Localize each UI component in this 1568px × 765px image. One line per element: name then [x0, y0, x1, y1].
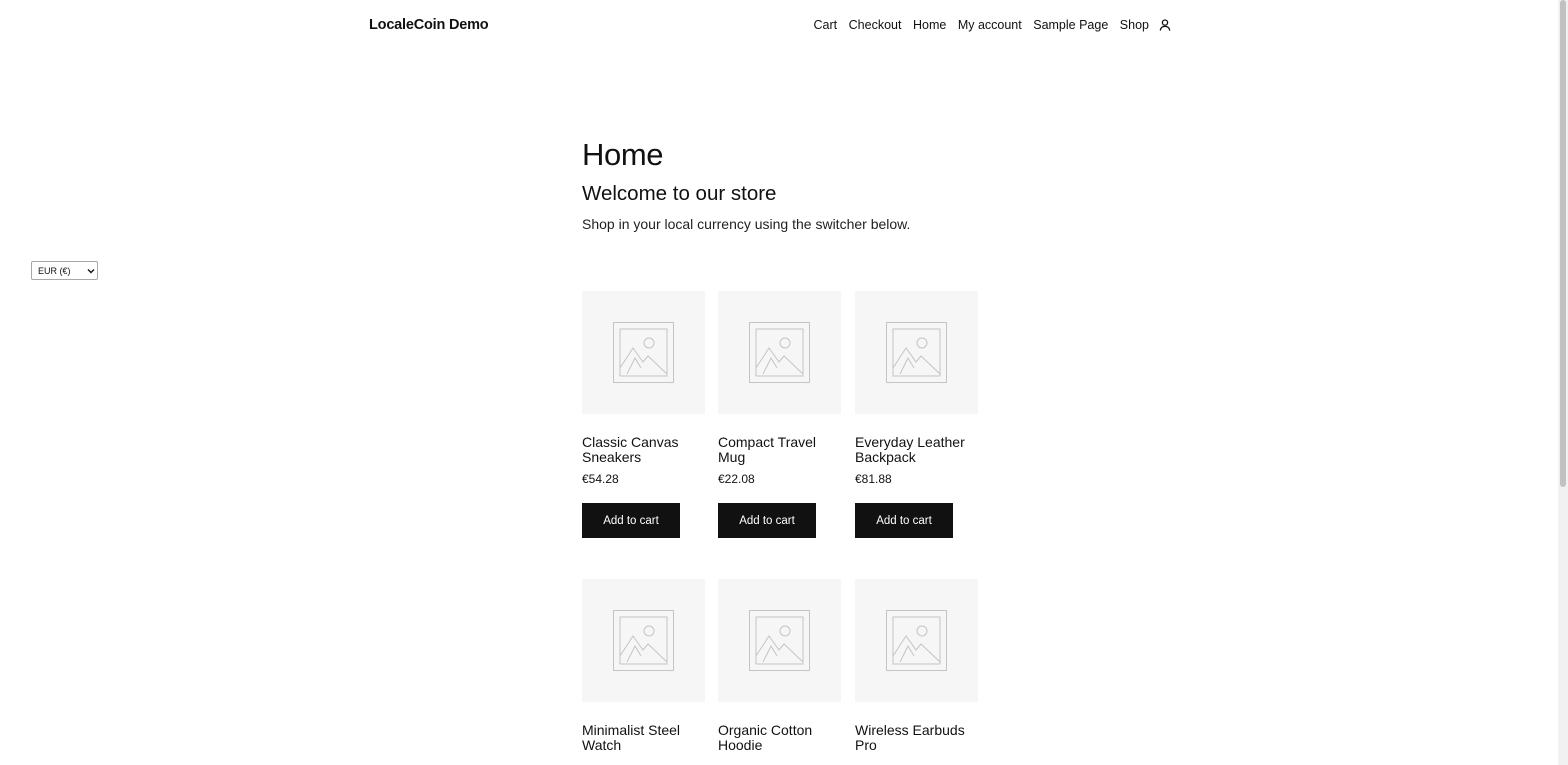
nav-checkout[interactable]: Checkout	[849, 18, 902, 32]
product-name[interactable]: Minimalist Steel Watch	[582, 723, 705, 753]
image-placeholder-icon	[886, 322, 947, 383]
product-name[interactable]: Wireless Earbuds Pro	[855, 723, 978, 753]
product-image[interactable]	[718, 579, 841, 702]
image-placeholder-icon	[749, 610, 810, 671]
product-price: €22.08	[718, 472, 755, 486]
product-name[interactable]: Organic Cotton Hoodie	[718, 723, 841, 753]
image-placeholder-icon	[749, 322, 810, 383]
nav-cart[interactable]: Cart	[814, 18, 838, 32]
nav-my-account[interactable]: My account	[958, 18, 1022, 32]
product-card: Minimalist Steel Watch	[582, 579, 705, 753]
currency-selected-value: EUR (€)	[38, 265, 71, 276]
product-card: Wireless Earbuds Pro	[855, 579, 978, 753]
add-to-cart-button[interactable]: Add to cart	[582, 503, 680, 538]
user-icon[interactable]	[1158, 18, 1172, 32]
product-price: €54.28	[582, 472, 619, 486]
nav-shop[interactable]: Shop	[1120, 18, 1149, 32]
page-scrollbar[interactable]	[1558, 0, 1568, 765]
product-name[interactable]: Compact Travel Mug	[718, 435, 841, 465]
welcome-heading: Welcome to our store	[582, 182, 777, 205]
add-to-cart-button[interactable]: Add to cart	[855, 503, 953, 538]
image-placeholder-icon	[613, 322, 674, 383]
image-placeholder-icon	[613, 610, 674, 671]
product-name[interactable]: Classic Canvas Sneakers	[582, 435, 705, 465]
product-name[interactable]: Everyday Leather Backpack	[855, 435, 978, 465]
product-image[interactable]	[855, 579, 978, 702]
product-price: €81.88	[855, 472, 892, 486]
nav-sample-page[interactable]: Sample Page	[1033, 18, 1108, 32]
intro-text: Shop in your local currency using the sw…	[582, 216, 911, 232]
scrollbar-thumb[interactable]	[1560, 0, 1566, 487]
currency-select[interactable]: EUR (€)	[31, 261, 98, 280]
product-card: Classic Canvas Sneakers €54.28 Add to ca…	[582, 291, 705, 538]
site-header: LocaleCoin Demo Cart Checkout Home My ac…	[0, 0, 1558, 52]
product-card: Everyday Leather Backpack €81.88 Add to …	[855, 291, 978, 538]
nav-home[interactable]: Home	[913, 18, 946, 32]
product-image[interactable]	[582, 579, 705, 702]
product-image[interactable]	[855, 291, 978, 414]
site-title[interactable]: LocaleCoin Demo	[369, 17, 489, 33]
page-title: Home	[582, 137, 664, 172]
add-to-cart-button[interactable]: Add to cart	[718, 503, 816, 538]
product-image[interactable]	[582, 291, 705, 414]
product-card: Compact Travel Mug €22.08 Add to cart	[718, 291, 841, 538]
chevron-down-icon	[87, 268, 95, 273]
product-card: Organic Cotton Hoodie	[718, 579, 841, 753]
main-nav: Cart Checkout Home My account Sample Pag…	[802, 18, 1172, 32]
image-placeholder-icon	[886, 610, 947, 671]
product-image[interactable]	[718, 291, 841, 414]
